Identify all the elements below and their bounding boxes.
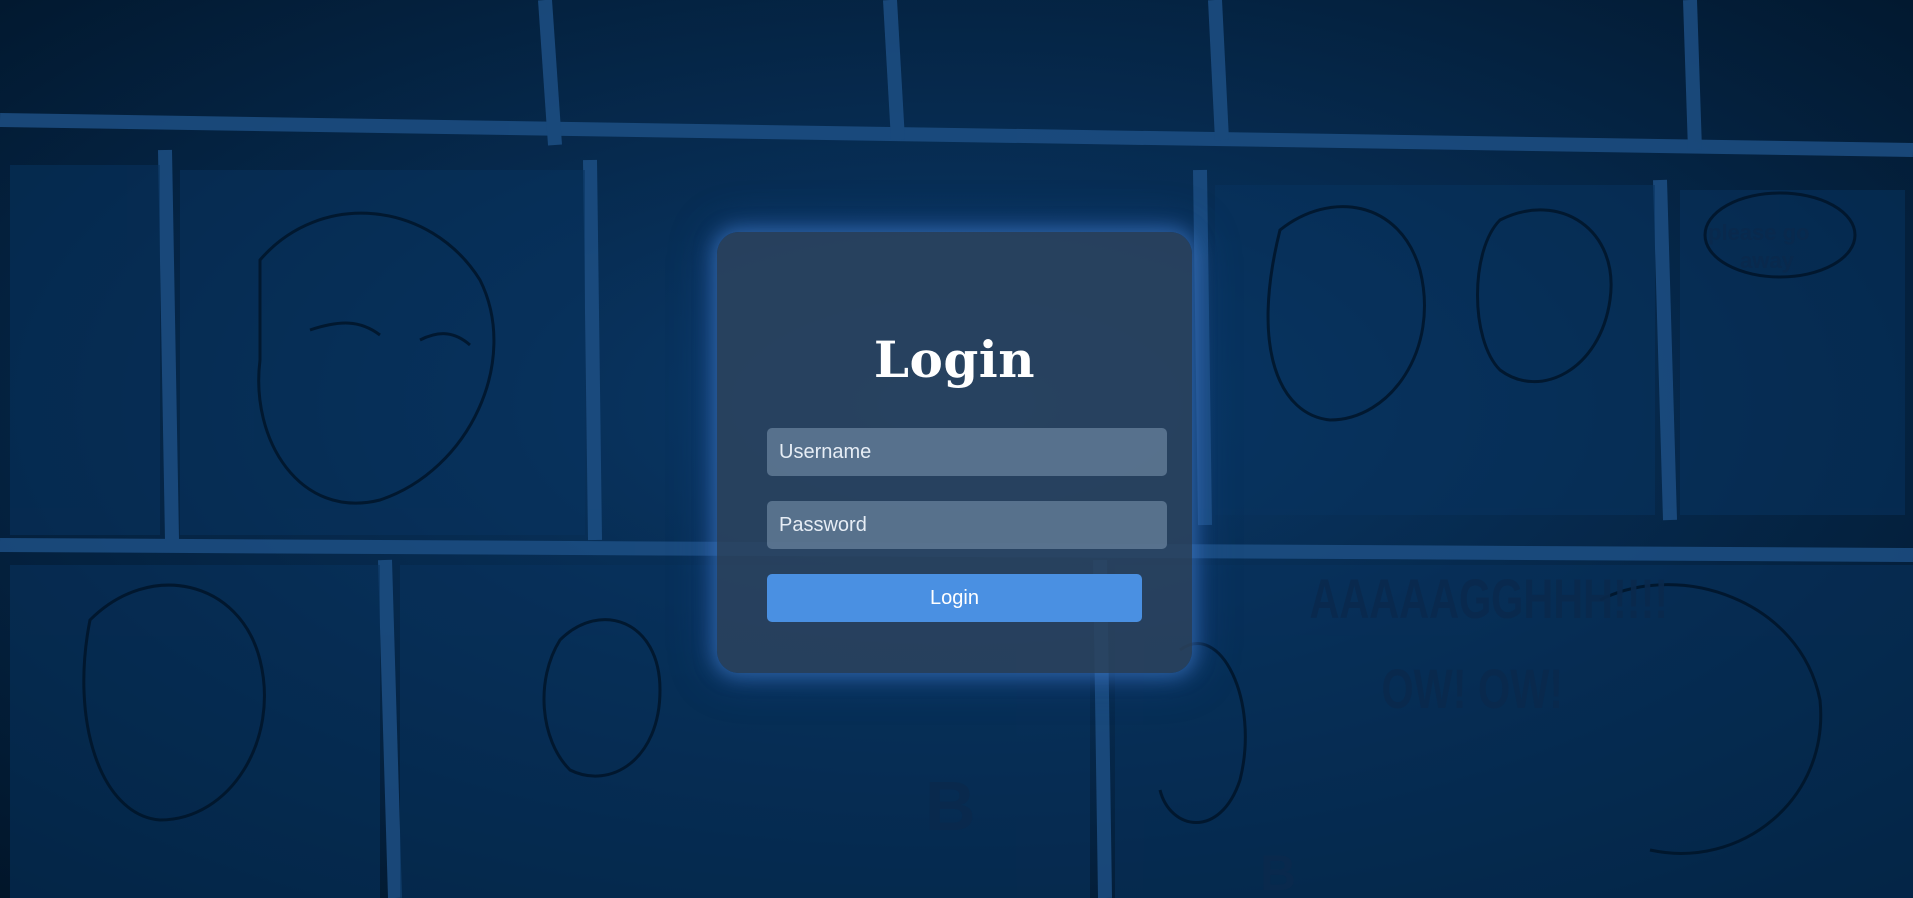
login-title: Login xyxy=(873,330,1036,389)
svg-text:B: B xyxy=(1260,845,1296,898)
login-button[interactable]: Login xyxy=(767,574,1142,622)
login-page: please go away AAAAAGGHHH!!!! OW! OW! B … xyxy=(0,0,1913,898)
login-card: Login Login xyxy=(717,232,1192,673)
svg-text:OW! OW!: OW! OW! xyxy=(1382,659,1564,720)
svg-text:B: B xyxy=(925,767,976,845)
username-input[interactable] xyxy=(767,428,1167,476)
svg-text:away: away xyxy=(1740,248,1795,273)
svg-text:AAAAAGGHHH!!!!: AAAAAGGHHH!!!! xyxy=(1310,569,1669,630)
svg-text:please go: please go xyxy=(1708,220,1809,245)
password-input[interactable] xyxy=(767,501,1167,549)
